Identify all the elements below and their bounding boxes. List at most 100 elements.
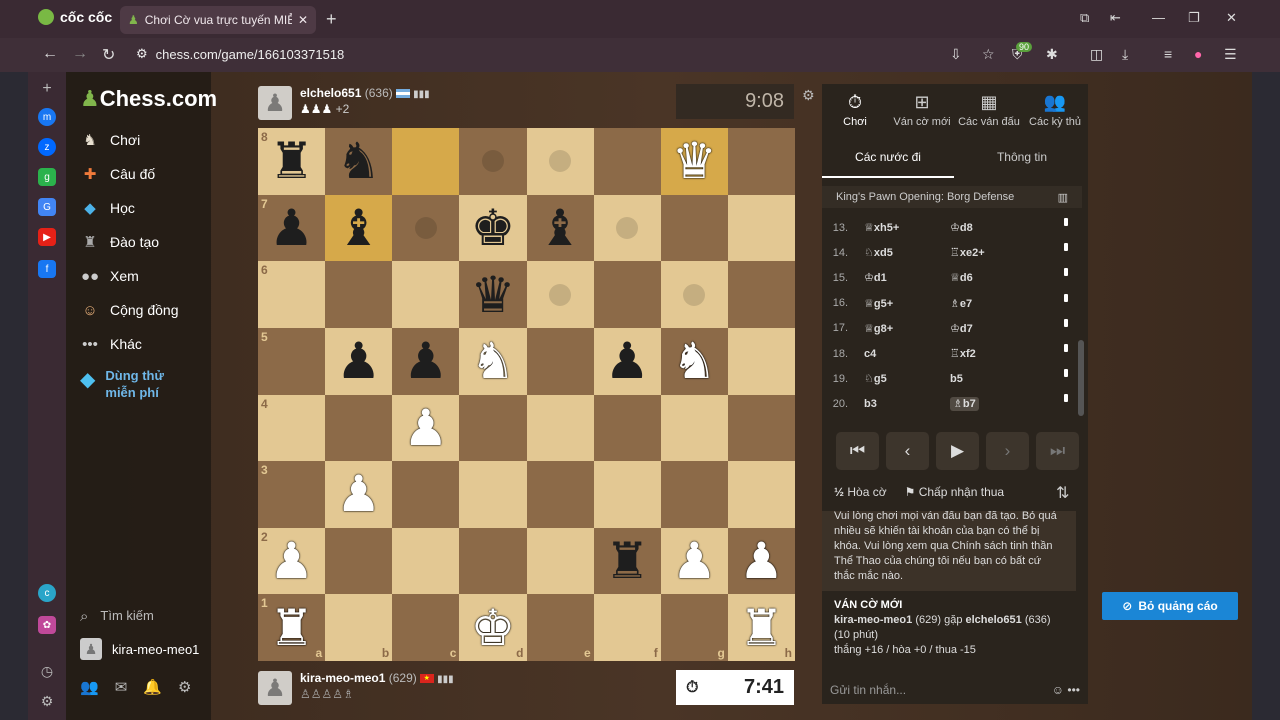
square-b8[interactable]: ♞ <box>325 128 393 195</box>
square-h1[interactable]: h ♜ <box>727 594 795 661</box>
square-e5[interactable] <box>526 327 594 395</box>
resign-button[interactable]: ⚑ Chấp nhận thua <box>905 485 1005 499</box>
square-c4[interactable]: ♟ <box>392 394 460 462</box>
white-move[interactable]: ♕xh5+ <box>854 221 940 234</box>
tab-games[interactable]: ▦ Các ván đấu <box>956 92 1022 128</box>
playlist-icon[interactable]: ≡ <box>1164 46 1172 62</box>
back-panel-icon[interactable]: ⇤ <box>1110 10 1121 26</box>
white-piece-g2[interactable]: ♟ <box>672 536 717 586</box>
split-view-icon[interactable]: ◫ <box>1090 46 1103 63</box>
square-g6[interactable] <box>660 261 728 328</box>
square-e8[interactable] <box>526 128 594 195</box>
black-piece-b7[interactable]: ♝ <box>336 203 381 253</box>
square-c8[interactable] <box>392 128 460 195</box>
white-piece-a2[interactable]: ♟ <box>269 536 314 586</box>
white-move[interactable]: b3 <box>854 398 940 410</box>
chess-logo[interactable]: ♟Chess.com <box>80 86 217 112</box>
square-f6[interactable] <box>593 261 661 328</box>
close-tab-icon[interactable]: ✕ <box>298 13 308 27</box>
white-move[interactable]: ♘g5 <box>854 372 940 385</box>
white-piece-c4[interactable]: ♟ <box>403 403 448 453</box>
square-g8[interactable]: ♛ <box>660 128 728 195</box>
menu-icon[interactable]: ☰ <box>1224 46 1237 63</box>
white-piece-h2[interactable]: ♟ <box>739 536 784 586</box>
square-a4[interactable]: 4 <box>258 394 326 462</box>
black-move[interactable]: ♖xe2+ <box>940 246 1026 259</box>
square-c5[interactable]: ♟ <box>392 327 460 395</box>
subtab-moves[interactable]: Các nước đi <box>832 150 944 164</box>
coccoc-app-icon[interactable]: c <box>38 584 56 602</box>
square-d2[interactable] <box>459 527 527 595</box>
square-f5[interactable]: ♟ <box>593 327 661 395</box>
bottom-player-avatar[interactable]: ♟ <box>258 671 292 705</box>
black-piece-b8[interactable]: ♞ <box>336 136 381 186</box>
square-b1[interactable]: b <box>325 594 393 661</box>
settings-gear-icon[interactable]: ⚙ <box>178 678 191 696</box>
tab-players[interactable]: 👥 Các kỳ thủ <box>1022 92 1088 128</box>
square-g4[interactable] <box>660 394 728 462</box>
minimize-button[interactable]: — <box>1152 10 1165 25</box>
black-move[interactable]: ♗e7 <box>940 297 1026 310</box>
black-piece-a7[interactable]: ♟ <box>269 203 314 253</box>
square-d4[interactable] <box>459 394 527 462</box>
square-h8[interactable] <box>727 128 795 195</box>
install-icon[interactable]: ⇩ <box>950 46 962 63</box>
square-f8[interactable] <box>593 128 661 195</box>
square-d7[interactable]: ♚ <box>459 194 527 262</box>
square-b4[interactable] <box>325 394 393 462</box>
square-f3[interactable] <box>593 461 661 528</box>
move-hint-dot[interactable] <box>616 216 639 239</box>
move-hint-dot[interactable] <box>549 150 572 173</box>
nav-community[interactable]: ☺ Cộng đồng <box>80 300 178 320</box>
square-a6[interactable]: 6 <box>258 261 326 328</box>
square-c6[interactable] <box>392 261 460 328</box>
play-button[interactable]: ▶ <box>936 432 979 470</box>
top-player-avatar[interactable]: ♟ <box>258 86 292 120</box>
tab-new-game[interactable]: ⊞ Ván cờ mới <box>889 92 955 128</box>
last-move-button[interactable]: ⏭ <box>1036 432 1079 470</box>
square-h5[interactable] <box>727 327 795 395</box>
remove-ads-button[interactable]: ⊘ Bỏ quảng cáo <box>1102 592 1238 620</box>
black-piece-a8[interactable]: ♜ <box>269 136 314 186</box>
white-piece-g8[interactable]: ♛ <box>672 136 717 186</box>
gallery-icon[interactable]: ✿ <box>38 616 56 634</box>
square-h2[interactable]: ♟ <box>727 527 795 595</box>
square-a8[interactable]: 8 ♜ <box>258 128 326 195</box>
square-h3[interactable] <box>727 461 795 528</box>
white-move[interactable]: c4 <box>854 348 940 360</box>
white-move[interactable]: ♕g5+ <box>854 297 940 310</box>
subtab-info[interactable]: Thông tin <box>966 150 1078 164</box>
download-icon[interactable]: ⤓ <box>1122 46 1128 63</box>
screenshot-icon[interactable]: ⧉ <box>1080 10 1089 26</box>
square-d1[interactable]: d ♚ <box>459 594 527 661</box>
nav-learn[interactable]: ◆ Học <box>80 198 135 218</box>
square-b7[interactable]: ♝ <box>325 194 393 262</box>
white-piece-a1[interactable]: ♜ <box>269 603 314 653</box>
tab-play[interactable]: ⏱ Chơi <box>822 92 888 128</box>
square-e6[interactable] <box>526 261 594 328</box>
black-piece-f2[interactable]: ♜ <box>605 536 650 586</box>
square-c3[interactable] <box>392 461 460 528</box>
square-a2[interactable]: 2 ♟ <box>258 527 326 595</box>
bookmark-star-icon[interactable]: ☆ <box>982 46 995 63</box>
square-c7[interactable] <box>392 194 460 262</box>
black-move[interactable]: ♕d6 <box>940 271 1026 284</box>
emoji-icon[interactable]: ☺ <box>1052 683 1064 697</box>
square-h7[interactable] <box>727 194 795 262</box>
white-move[interactable]: ♔d1 <box>854 271 940 284</box>
nav-puzzles[interactable]: ✚ Câu đố <box>80 164 155 184</box>
book-icon[interactable]: ▥ <box>1058 191 1068 204</box>
mail-icon[interactable]: ✉ <box>115 678 128 696</box>
sidebar-search[interactable]: ⌕ Tìm kiếm <box>80 608 154 625</box>
square-b6[interactable] <box>325 261 393 328</box>
square-g5[interactable]: ♞ <box>660 327 728 395</box>
facebook-icon[interactable]: f <box>38 260 56 278</box>
nav-play[interactable]: ♞ Chơi <box>80 130 140 150</box>
square-c1[interactable]: c <box>392 594 460 661</box>
square-e2[interactable] <box>526 527 594 595</box>
square-c2[interactable] <box>392 527 460 595</box>
next-move-button[interactable]: › <box>986 432 1029 470</box>
reload-button[interactable]: ↻ <box>102 45 115 65</box>
more-icon[interactable]: ••• <box>1067 683 1080 697</box>
white-piece-d1[interactable]: ♚ <box>471 603 516 653</box>
